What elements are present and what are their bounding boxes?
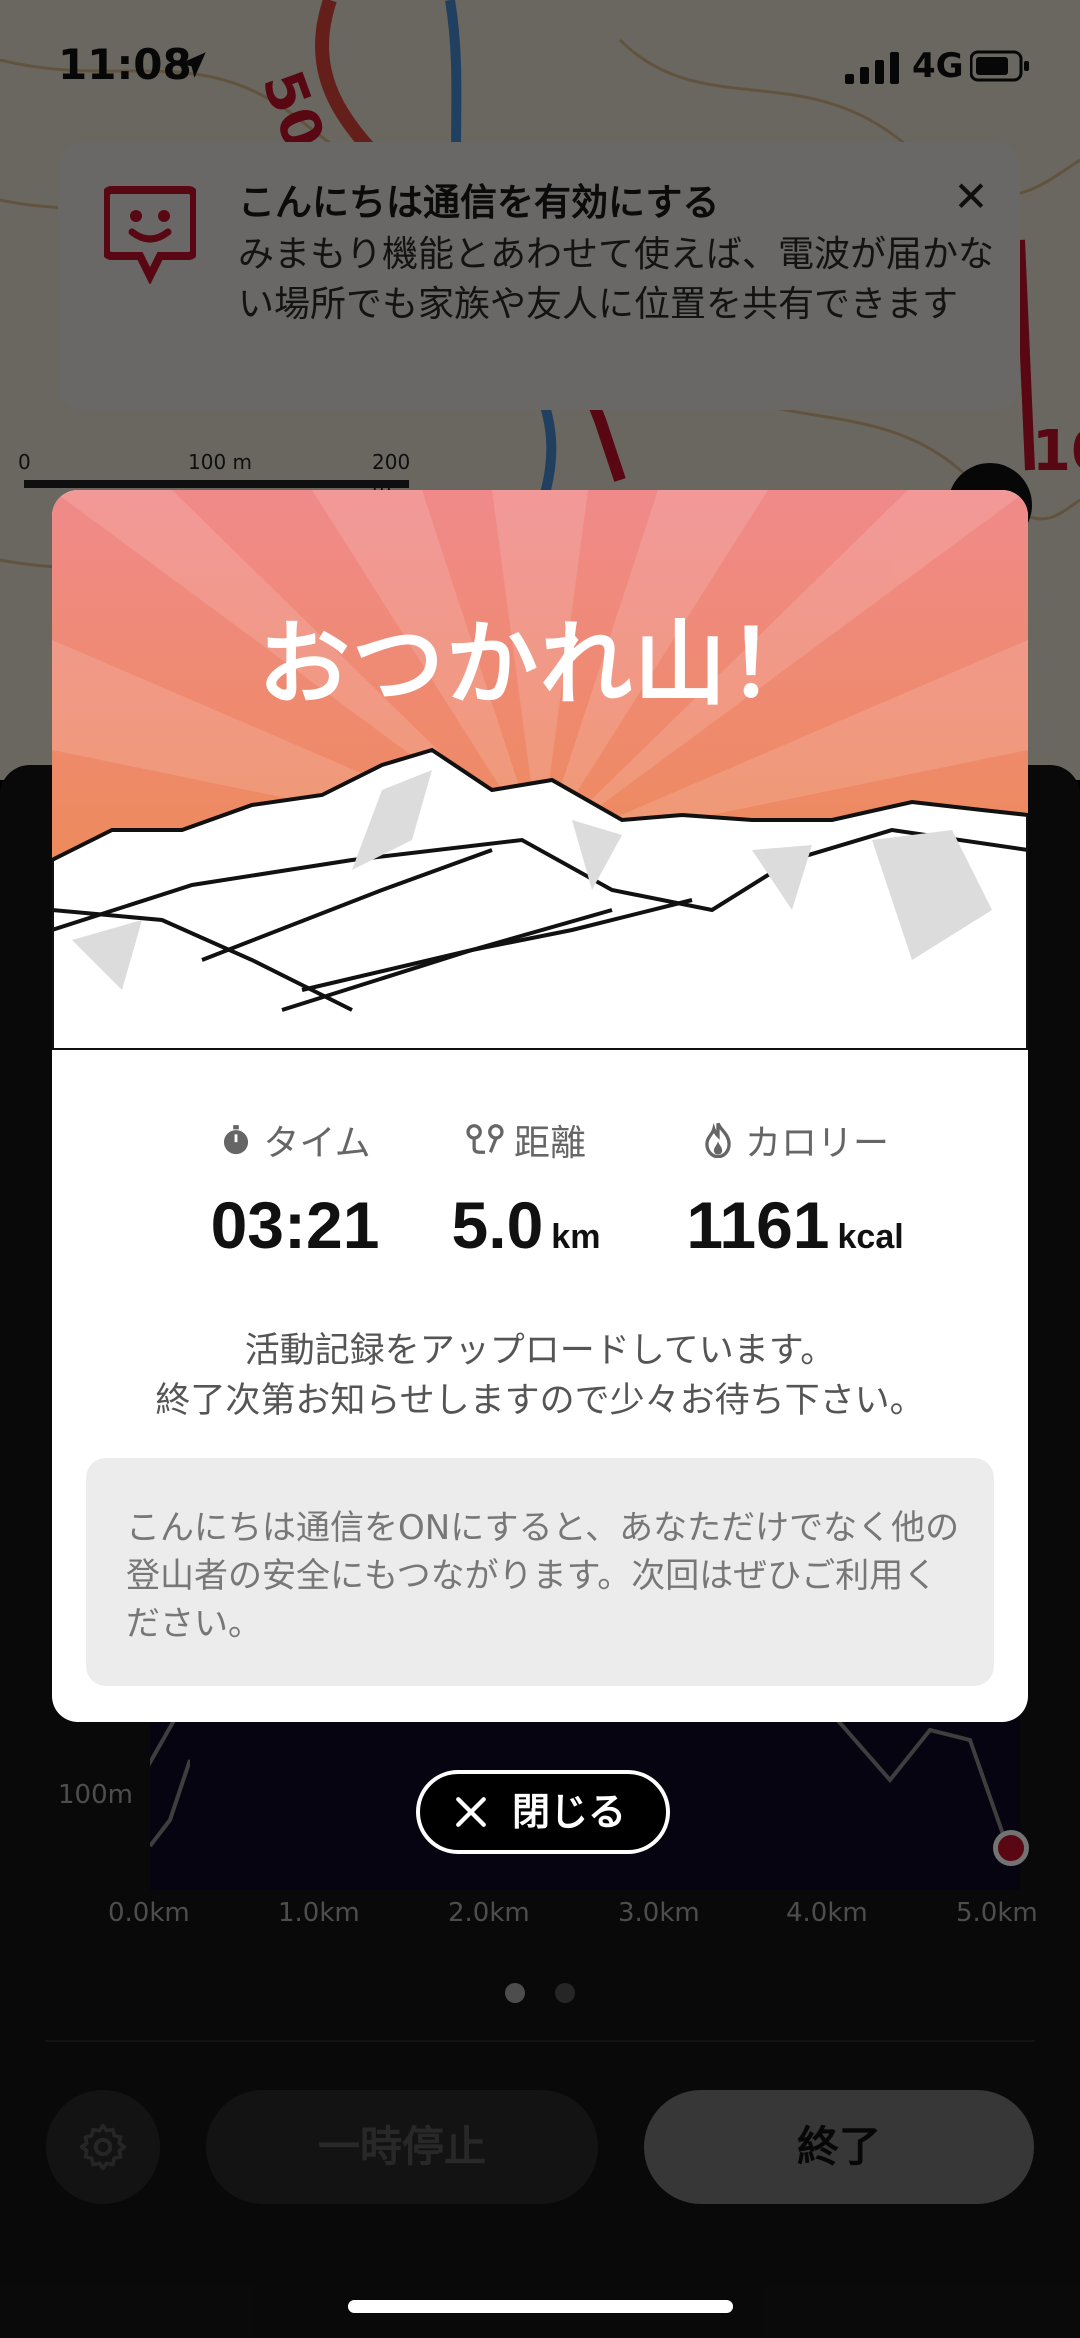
location-arrow-icon: [180, 52, 206, 78]
page-dot-active[interactable]: [505, 1983, 525, 2003]
route-icon: [466, 1124, 504, 1154]
banner-title: こんにちは通信を有効にする: [238, 181, 720, 224]
map-scale: 0 100 m 200 m: [18, 450, 418, 498]
page-indicator[interactable]: [505, 1983, 605, 2007]
settings-button[interactable]: [46, 2090, 160, 2204]
x-tick-label: 2.0km: [448, 1898, 530, 1928]
stat-value: 1161: [686, 1188, 830, 1262]
svg-text:10: 10: [1032, 419, 1080, 484]
stopwatch-icon: [224, 1125, 249, 1155]
notification-banner[interactable]: こんにちは通信を有効にする みまもり機能とあわせて使えば、電波が届かない場所でも…: [58, 142, 1020, 410]
info-text: こんにちは通信をONにすると、あなただけでなく他の登山者の安全にもつながります。…: [126, 1508, 960, 1644]
flame-icon: [705, 1122, 731, 1158]
upload-message: 活動記録をアップロードしています。 終了次第お知らせしますので少々お待ち下さい。: [52, 1326, 1028, 1426]
close-icon: [456, 1797, 486, 1827]
divider: [45, 2040, 1035, 2042]
end-button[interactable]: 終了: [644, 2090, 1034, 2204]
stat-label: カロリー: [744, 1123, 889, 1164]
signal-icon: [845, 52, 899, 84]
elevation-start-line: [150, 1759, 190, 1848]
close-button[interactable]: 閉じる: [416, 1770, 670, 1854]
x-tick-label: 1.0km: [278, 1898, 360, 1928]
x-tick-label: 5.0km: [956, 1898, 1038, 1928]
page-dot[interactable]: [555, 1983, 575, 2003]
stat-value: 5.0: [451, 1188, 544, 1262]
mountain-header-illustration: [52, 490, 1028, 1050]
x-tick-label: 4.0km: [786, 1898, 868, 1928]
stat-value: 03:21: [210, 1188, 380, 1262]
info-box: こんにちは通信をONにすると、あなただけでなく他の登山者の安全にもつながります。…: [86, 1458, 994, 1686]
battery-icon: [970, 50, 1029, 82]
close-button-label: 閉じる: [512, 1790, 627, 1834]
konnichiwa-signal-icon: [104, 186, 196, 284]
gear-icon: [79, 2123, 127, 2171]
status-time: 11:08: [58, 40, 192, 89]
stat-label: タイム: [263, 1123, 371, 1164]
upload-message-line: 活動記録をアップロードしています。: [244, 1331, 836, 1371]
summit-complete-modal: おつかれ山！ タイム 03:21 距離 5.0 km カロリー 1161 kca…: [52, 490, 1028, 1722]
stat-unit: kcal: [837, 1218, 904, 1256]
upload-message-line: 終了次第お知らせしますので少々お待ち下さい。: [155, 1381, 925, 1421]
banner-close-button[interactable]: ✕: [946, 172, 996, 222]
x-tick-label: 0.0km: [108, 1898, 190, 1928]
modal-title: おつかれ山！: [257, 611, 822, 718]
status-bar: 11:08 4G: [0, 0, 1080, 130]
elevation-y-label: 100m: [58, 1780, 133, 1810]
current-position-marker: [993, 1830, 1029, 1866]
stat-unit: km: [551, 1218, 601, 1256]
stat-label: 距離: [513, 1123, 586, 1164]
x-tick-label: 3.0km: [618, 1898, 700, 1928]
banner-body: みまもり機能とあわせて使えば、電波が届かない場所でも家族や友人に位置を共有できま…: [238, 234, 995, 325]
pause-button[interactable]: 一時停止: [206, 2090, 598, 2204]
network-type: 4G: [912, 46, 964, 86]
home-indicator-bar[interactable]: [348, 2300, 733, 2313]
stat-distance: 距離 5.0 km: [376, 1115, 676, 1263]
stat-calories: カロリー 1161 kcal: [645, 1115, 945, 1263]
